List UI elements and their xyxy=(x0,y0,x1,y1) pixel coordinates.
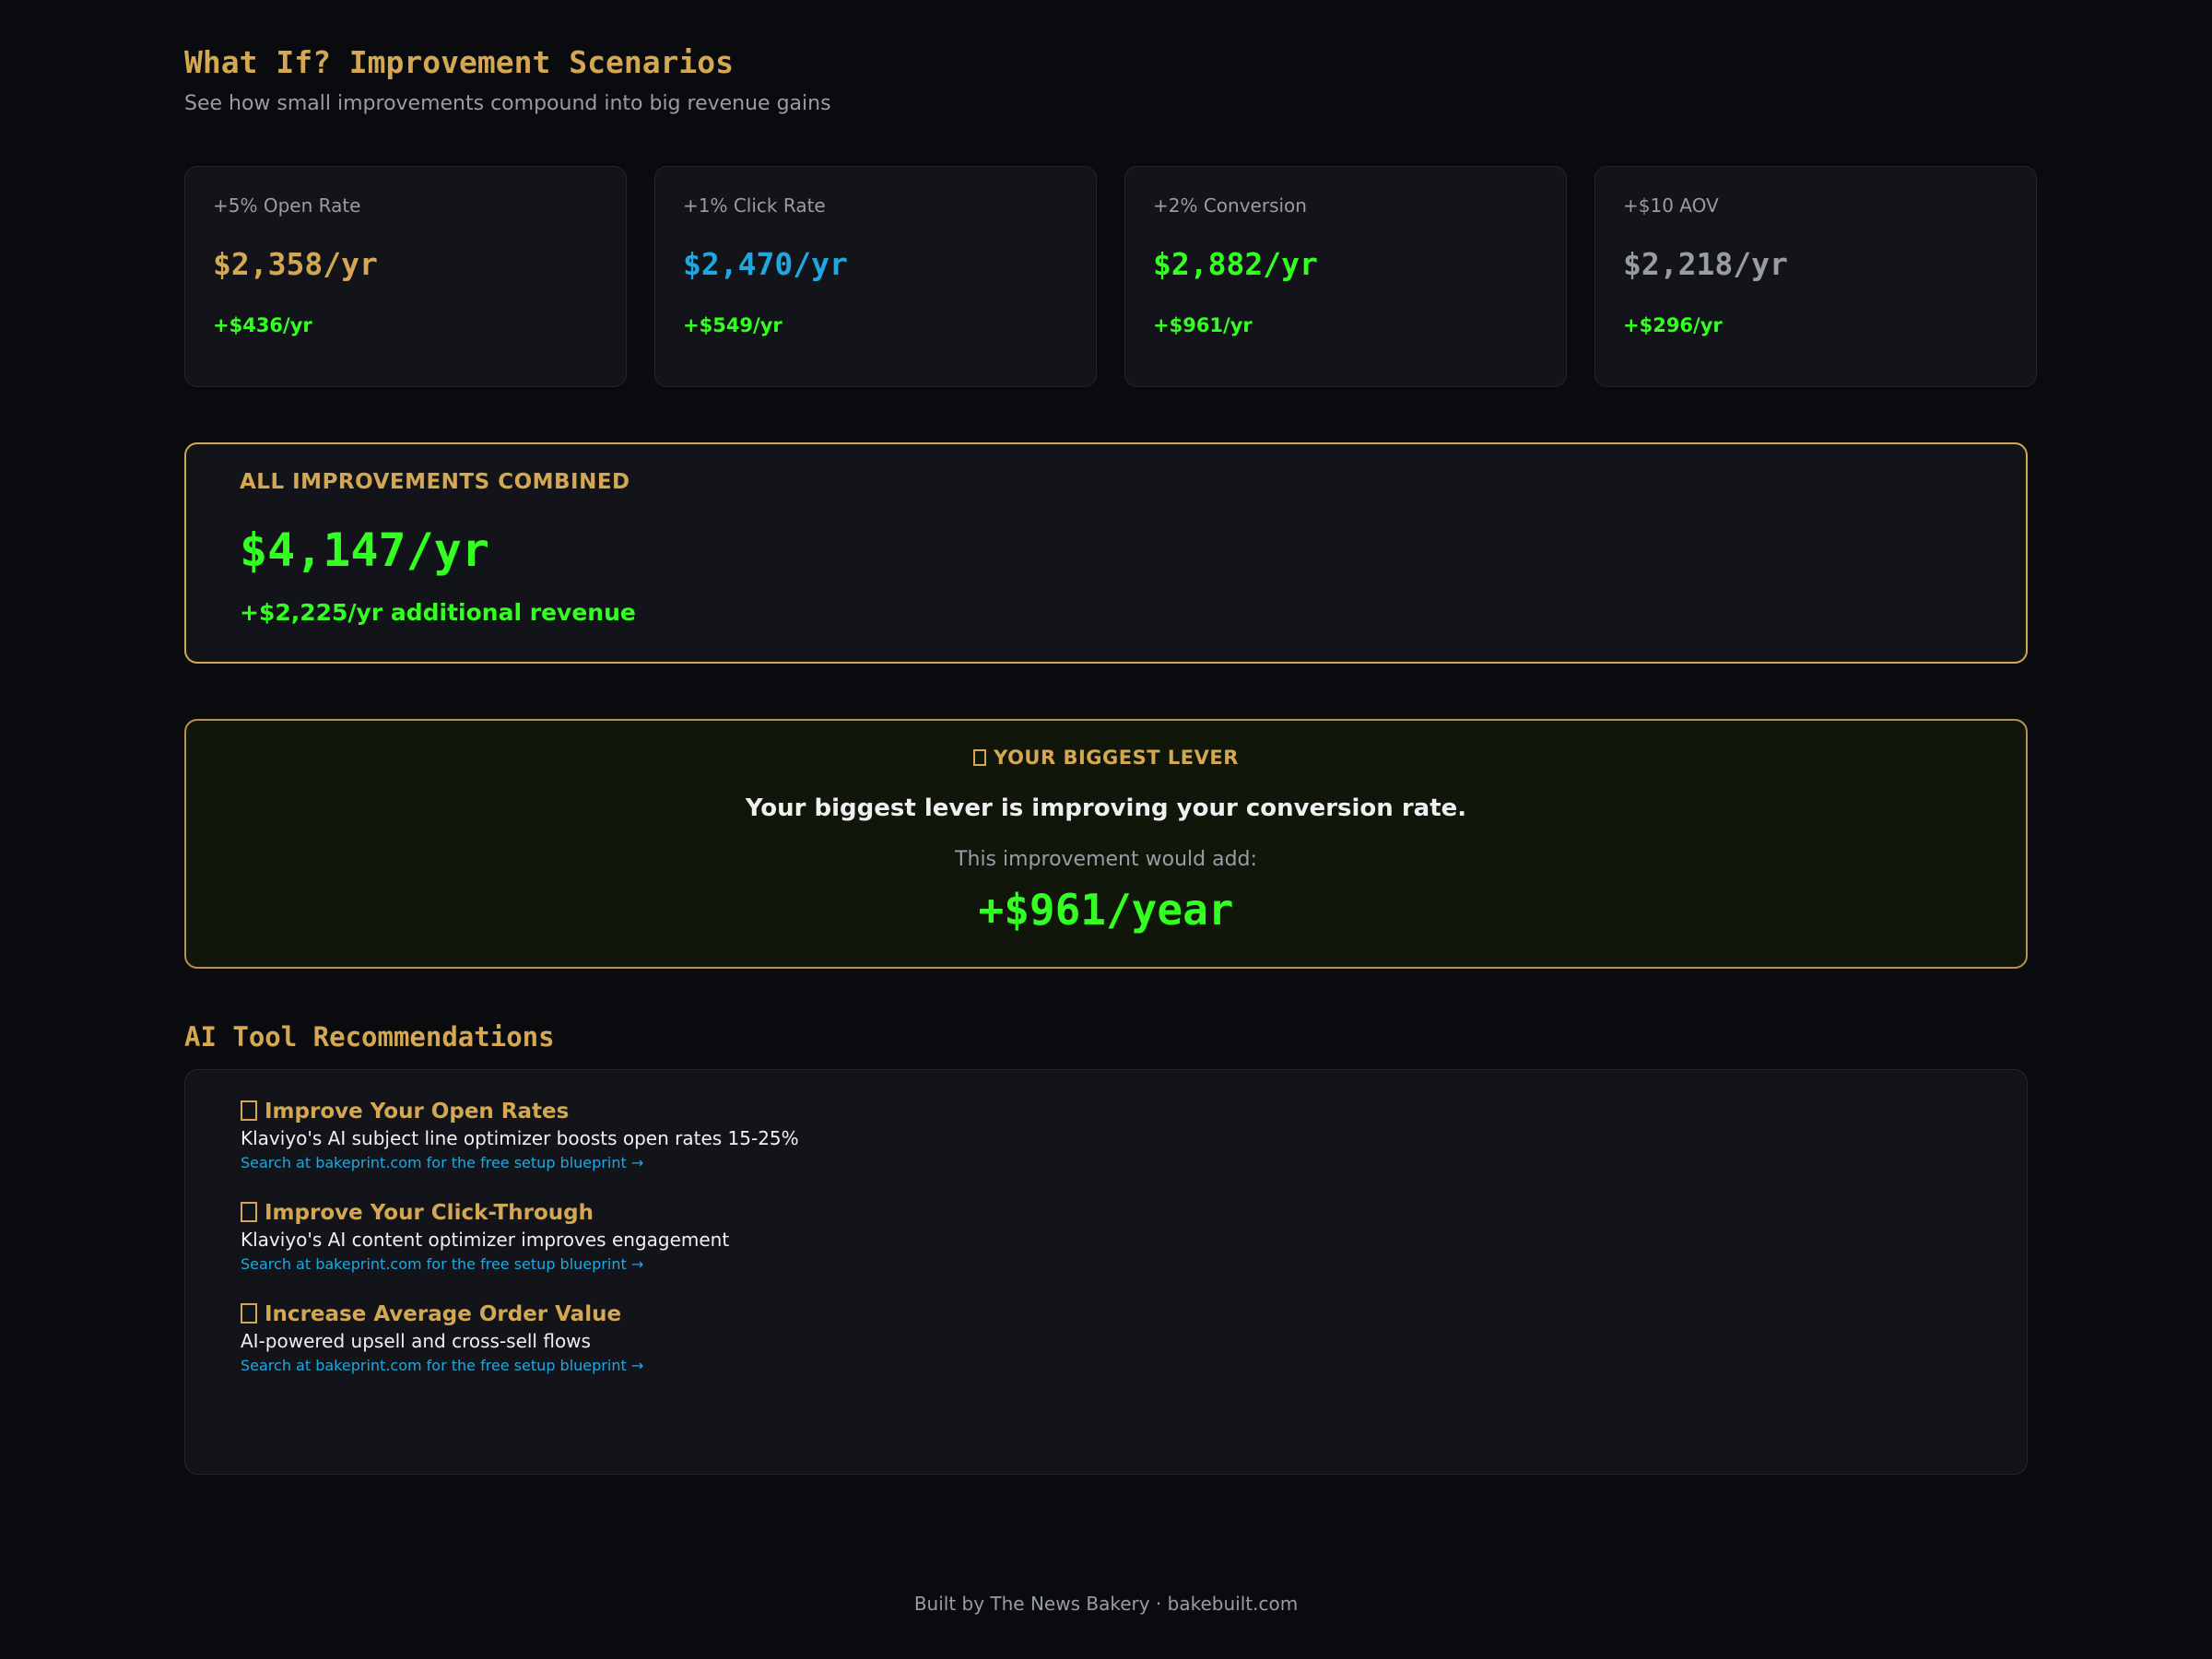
scenario-delta: +$549/yr xyxy=(683,314,782,336)
scenario-card-open-rate: +5% Open Rate $2,358/yr +$436/yr xyxy=(184,166,627,387)
recommendation-item: Increase Average Order Value AI-powered … xyxy=(241,1300,1992,1378)
recommendation-description: Klaviyo's AI subject line optimizer boos… xyxy=(241,1127,799,1149)
page: What If? Improvement Scenarios See how s… xyxy=(0,0,2212,1659)
scenario-delta: +$296/yr xyxy=(1623,314,1723,336)
recommendation-item: Improve Your Open Rates Klaviyo's AI sub… xyxy=(241,1098,1992,1175)
target-icon xyxy=(973,749,987,766)
recommendation-link[interactable]: Search at bakeprint.com for the free set… xyxy=(241,1151,1992,1175)
recommendations-title: AI Tool Recommendations xyxy=(184,1021,555,1053)
biggest-lever-panel: YOUR BIGGEST LEVER Your biggest lever is… xyxy=(184,719,2028,969)
scenario-label: +1% Click Rate xyxy=(683,194,826,217)
recommendation-item: Improve Your Click-Through Klaviyo's AI … xyxy=(241,1199,1992,1277)
lever-amount: +$961/year xyxy=(978,885,1234,935)
cursor-icon xyxy=(241,1202,257,1222)
scenario-value: $2,470/yr xyxy=(683,246,848,282)
page-title: What If? Improvement Scenarios xyxy=(184,44,735,80)
recommendation-link[interactable]: Search at bakeprint.com for the free set… xyxy=(241,1354,1992,1378)
recommendation-title: Increase Average Order Value xyxy=(241,1300,1992,1328)
lever-subtext: This improvement would add: xyxy=(955,848,1257,871)
recommendation-title-text: Increase Average Order Value xyxy=(265,1302,622,1326)
lever-message: Your biggest lever is improving your con… xyxy=(745,794,1467,822)
recommendation-title-text: Improve Your Open Rates xyxy=(265,1100,570,1124)
recommendation-description: Klaviyo's AI content optimizer improves … xyxy=(241,1229,730,1251)
scenario-delta: +$961/yr xyxy=(1153,314,1253,336)
combined-improvements-panel: ALL IMPROVEMENTS COMBINED $4,147/yr +$2,… xyxy=(184,442,2028,664)
recommendation-description: AI-powered upsell and cross-sell flows xyxy=(241,1330,591,1352)
scenario-label: +5% Open Rate xyxy=(213,194,361,217)
scenario-value: $2,882/yr xyxy=(1153,246,1318,282)
recommendation-title: Improve Your Open Rates xyxy=(241,1098,1992,1125)
scenario-delta: +$436/yr xyxy=(213,314,312,336)
scenario-value: $2,218/yr xyxy=(1623,246,1788,282)
cart-icon xyxy=(241,1303,257,1324)
combined-value: $4,147/yr xyxy=(240,524,489,577)
scenario-label: +2% Conversion xyxy=(1153,194,1307,217)
scenario-label: +$10 AOV xyxy=(1623,194,1719,217)
recommendation-link[interactable]: Search at bakeprint.com for the free set… xyxy=(241,1253,1992,1277)
combined-heading: ALL IMPROVEMENTS COMBINED xyxy=(240,470,630,494)
lever-heading-text: YOUR BIGGEST LEVER xyxy=(994,747,1239,769)
mail-icon xyxy=(241,1100,257,1121)
recommendations-panel: Improve Your Open Rates Klaviyo's AI sub… xyxy=(184,1069,2028,1475)
combined-additional: +$2,225/yr additional revenue xyxy=(240,599,636,626)
lever-heading: YOUR BIGGEST LEVER xyxy=(186,747,2026,769)
scenario-card-aov: +$10 AOV $2,218/yr +$296/yr xyxy=(1594,166,2037,387)
footer: Built by The News Bakery · bakebuilt.com xyxy=(913,1593,1299,1615)
scenario-card-conversion: +2% Conversion $2,882/yr +$961/yr xyxy=(1124,166,1567,387)
recommendation-title-text: Improve Your Click-Through xyxy=(265,1201,594,1225)
page-subtitle: See how small improvements compound into… xyxy=(184,92,831,115)
scenario-value: $2,358/yr xyxy=(213,246,378,282)
scenario-card-click-rate: +1% Click Rate $2,470/yr +$549/yr xyxy=(654,166,1097,387)
recommendation-title: Improve Your Click-Through xyxy=(241,1199,1992,1227)
